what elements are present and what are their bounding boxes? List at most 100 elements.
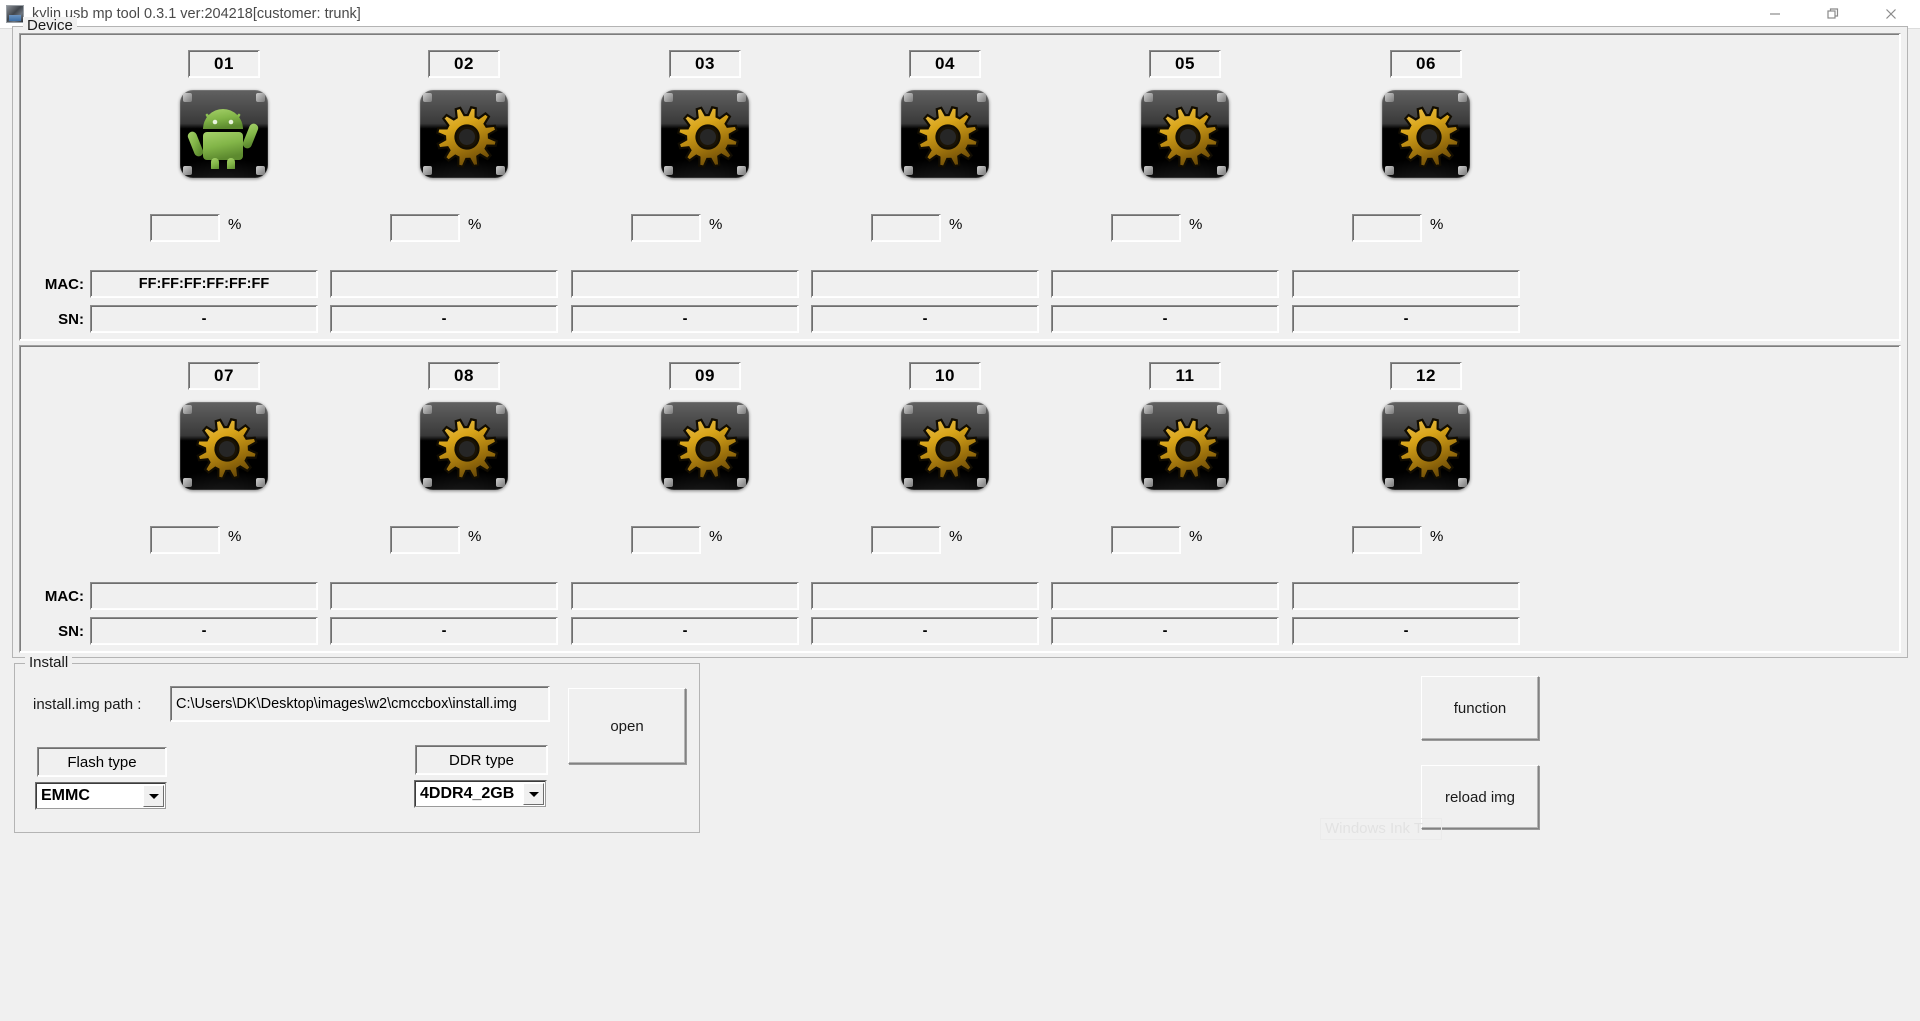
mac-field[interactable] (90, 582, 318, 610)
percent-sign-label: % (949, 528, 963, 545)
device-slot-number: 10 (909, 362, 981, 390)
device-progress-field[interactable] (1111, 526, 1181, 554)
gear-icon[interactable] (1141, 90, 1229, 178)
mac-field[interactable] (1051, 582, 1279, 610)
sn-row-label: SN: (58, 311, 84, 328)
mac-field[interactable] (1292, 582, 1520, 610)
flash-type-value: EMMC (41, 787, 90, 804)
restore-icon[interactable] (1804, 0, 1862, 28)
gear-icon[interactable] (420, 90, 508, 178)
gear-icon[interactable] (661, 402, 749, 490)
percent-sign-label: % (709, 528, 723, 545)
sn-field[interactable]: - (1051, 617, 1279, 645)
device-row: MAC: SN: 07 % - 08 % - 09 % - 10 % - 11 %… (19, 345, 1901, 653)
sn-field[interactable]: - (1292, 305, 1520, 333)
percent-sign-label: % (468, 528, 482, 545)
device-progress-field[interactable] (150, 214, 220, 242)
sn-row-label: SN: (58, 623, 84, 640)
app-icon (6, 5, 24, 23)
gear-icon[interactable] (420, 402, 508, 490)
device-slot-number: 06 (1390, 50, 1462, 78)
sn-field[interactable]: - (90, 305, 318, 333)
watermark-text: Windows Ink T (1325, 820, 1424, 837)
flash-type-label: Flash type (37, 747, 167, 777)
device-slot-number: 04 (909, 50, 981, 78)
device-slot-number: 11 (1149, 362, 1221, 390)
device-slot-number: 12 (1390, 362, 1462, 390)
install-group-legend: Install (25, 654, 73, 672)
ddr-type-select[interactable]: 4DDR4_2GB (414, 780, 547, 808)
device-progress-field[interactable] (871, 214, 941, 242)
window-title: kylin usb mp tool 0.3.1 ver:204218[custo… (32, 6, 361, 22)
function-button[interactable]: function (1421, 676, 1539, 740)
device-progress-field[interactable] (871, 526, 941, 554)
device-slot-number: 08 (428, 362, 500, 390)
ddr-type-value: 4DDR4_2GB (420, 785, 515, 802)
gear-icon[interactable] (901, 90, 989, 178)
install-path-label: install.img path : (33, 696, 142, 713)
percent-sign-label: % (709, 216, 723, 233)
device-progress-field[interactable] (631, 214, 701, 242)
device-slot-number: 01 (188, 50, 260, 78)
close-icon[interactable] (1862, 0, 1920, 28)
gear-icon[interactable] (1382, 402, 1470, 490)
device-progress-field[interactable] (390, 526, 460, 554)
install-path-field[interactable]: C:\Users\DK\Desktop\images\w2\cmccbox\in… (170, 686, 550, 722)
sn-field[interactable]: - (90, 617, 318, 645)
mac-row-label: MAC: (44, 588, 84, 605)
device-row: MAC: SN: 01 % FF:FF:FF:FF:FF:FF -02 % - … (19, 33, 1901, 341)
gear-icon[interactable] (901, 402, 989, 490)
mac-field[interactable] (811, 270, 1039, 298)
device-progress-field[interactable] (150, 526, 220, 554)
mac-field[interactable] (1051, 270, 1279, 298)
device-progress-field[interactable] (1352, 214, 1422, 242)
android-icon[interactable] (180, 90, 268, 178)
mac-field[interactable]: FF:FF:FF:FF:FF:FF (90, 270, 318, 298)
device-progress-field[interactable] (1111, 214, 1181, 242)
sn-field[interactable]: - (330, 617, 558, 645)
device-progress-field[interactable] (1352, 526, 1422, 554)
mac-field[interactable] (811, 582, 1039, 610)
mac-field[interactable] (330, 582, 558, 610)
title-bar: kylin usb mp tool 0.3.1 ver:204218[custo… (0, 0, 1920, 29)
device-progress-field[interactable] (390, 214, 460, 242)
gear-icon[interactable] (1382, 90, 1470, 178)
percent-sign-label: % (468, 216, 482, 233)
device-group: Device MAC: SN: 01 % FF:FF:FF:FF:FF:FF -02 (12, 17, 1908, 658)
sn-field[interactable]: - (1292, 617, 1520, 645)
sn-field[interactable]: - (571, 305, 799, 333)
percent-sign-label: % (1189, 216, 1203, 233)
sn-field[interactable]: - (811, 305, 1039, 333)
mac-row-label: MAC: (44, 276, 84, 293)
percent-sign-label: % (228, 216, 242, 233)
sn-field[interactable]: - (571, 617, 799, 645)
percent-sign-label: % (1430, 528, 1444, 545)
open-button[interactable]: open (568, 688, 686, 764)
chevron-down-icon[interactable] (143, 785, 164, 807)
device-slot-number: 03 (669, 50, 741, 78)
percent-sign-label: % (228, 528, 242, 545)
device-slot-number: 02 (428, 50, 500, 78)
chevron-down-icon[interactable] (523, 783, 544, 805)
sn-field[interactable]: - (1051, 305, 1279, 333)
flash-type-select[interactable]: EMMC (35, 782, 167, 810)
device-slot-number: 09 (669, 362, 741, 390)
minimize-icon[interactable] (1746, 0, 1804, 28)
sn-field[interactable]: - (330, 305, 558, 333)
ddr-type-label: DDR type (415, 745, 548, 775)
window-controls (1746, 0, 1920, 28)
mac-field[interactable] (571, 582, 799, 610)
device-slot-number: 07 (188, 362, 260, 390)
gear-icon[interactable] (1141, 402, 1229, 490)
percent-sign-label: % (1430, 216, 1444, 233)
sn-field[interactable]: - (811, 617, 1039, 645)
percent-sign-label: % (1189, 528, 1203, 545)
gear-icon[interactable] (180, 402, 268, 490)
mac-field[interactable] (571, 270, 799, 298)
device-slot-number: 05 (1149, 50, 1221, 78)
percent-sign-label: % (949, 216, 963, 233)
mac-field[interactable] (1292, 270, 1520, 298)
device-progress-field[interactable] (631, 526, 701, 554)
mac-field[interactable] (330, 270, 558, 298)
gear-icon[interactable] (661, 90, 749, 178)
